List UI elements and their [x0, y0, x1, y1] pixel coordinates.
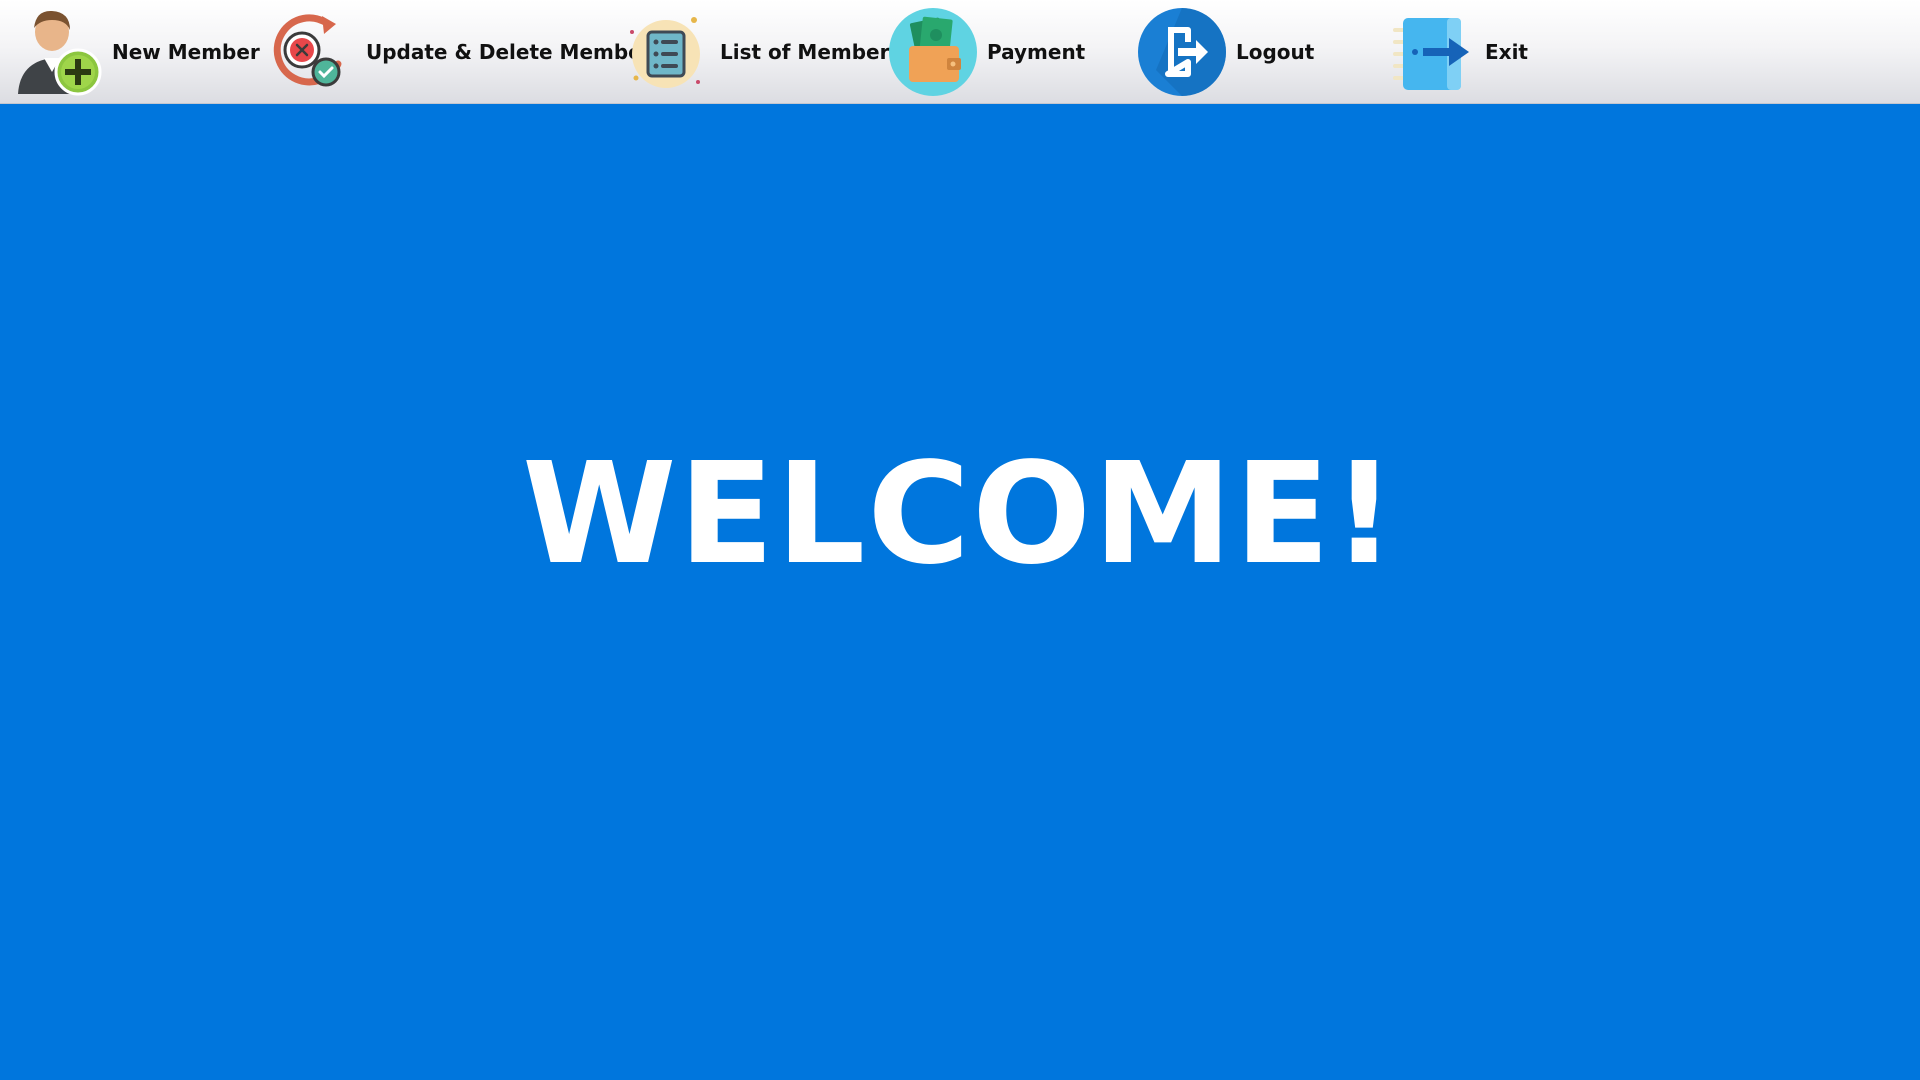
logout-button[interactable]: Logout	[1136, 0, 1314, 104]
logout-label: Logout	[1236, 40, 1315, 64]
app-window: New Member Update & Delete Member List o…	[0, 0, 1920, 1080]
welcome-heading: WELCOME!	[522, 433, 1398, 596]
update-delete-icon	[273, 14, 342, 87]
menu-bar: New Member Update & Delete Member List o…	[0, 0, 1920, 104]
wallet-payment-icon	[889, 8, 977, 96]
new-member-label: New Member	[112, 40, 260, 64]
update-delete-member-button[interactable]: Update & Delete Member	[266, 0, 652, 104]
logout-icon	[1138, 8, 1226, 96]
payment-button[interactable]: Payment	[887, 0, 1085, 104]
new-member-icon	[18, 10, 102, 96]
list-of-members-label: List of Members	[720, 40, 902, 64]
exit-label: Exit	[1485, 40, 1528, 64]
list-of-members-button[interactable]: List of Members	[620, 0, 901, 104]
exit-button[interactable]: Exit	[1385, 0, 1528, 104]
member-list-icon	[630, 17, 700, 88]
payment-label: Payment	[987, 40, 1086, 64]
exit-icon	[1393, 18, 1469, 90]
new-member-button[interactable]: New Member	[12, 0, 260, 104]
update-delete-member-label: Update & Delete Member	[366, 40, 652, 64]
